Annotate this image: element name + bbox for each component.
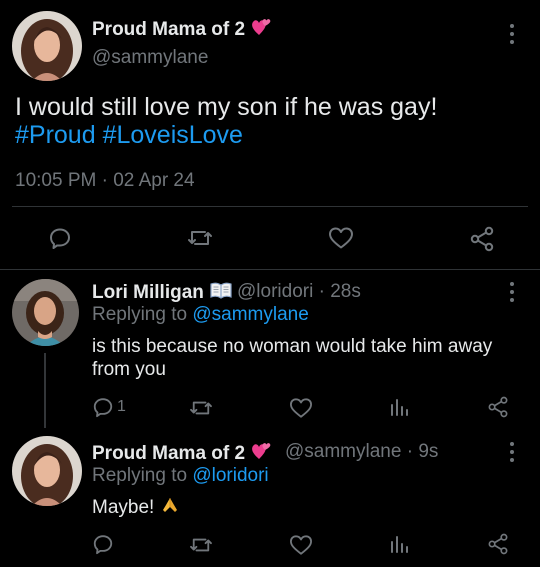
share-button[interactable] (487, 396, 509, 418)
tweet-text: I would still love my son if he was gay! (15, 93, 438, 121)
tweet-text: from you (92, 359, 166, 380)
reply-icon (50, 228, 70, 249)
retweet-button[interactable] (187, 227, 213, 249)
author-name[interactable]: Lori Milligan (92, 281, 233, 305)
like-button[interactable] (289, 397, 313, 419)
like-icon (289, 398, 312, 418)
mention-link[interactable]: @loridori (192, 465, 268, 486)
like-icon (329, 227, 353, 249)
reply-button[interactable]: 1 (92, 396, 126, 418)
share-icon (488, 533, 508, 555)
divider (0, 269, 540, 270)
retweet-icon (188, 231, 212, 245)
replying-to: Replying to @loridori (92, 465, 269, 486)
two-hearts-emoji (250, 441, 272, 467)
thread-connector (44, 353, 46, 428)
divider (12, 206, 528, 207)
tweet-text: Maybe! (92, 496, 180, 520)
avatar[interactable] (12, 11, 82, 81)
like-icon (289, 535, 312, 555)
folded-hands-emoji (160, 496, 180, 520)
tweet-hashtags: #Proud #LoveisLove (15, 121, 243, 150)
mention-link[interactable]: @sammylane (192, 304, 308, 325)
open-book-emoji (209, 281, 233, 305)
like-button[interactable] (289, 534, 313, 556)
share-icon (470, 226, 494, 252)
retweet-button[interactable] (189, 535, 213, 555)
retweet-icon (190, 401, 212, 415)
more-options-icon[interactable] (509, 282, 515, 302)
author-handle[interactable]: @sammylane (92, 47, 208, 69)
author-handle-time[interactable]: @loridori · 28s (237, 281, 361, 303)
like-button[interactable] (328, 226, 354, 250)
retweet-button[interactable] (189, 398, 213, 418)
avatar[interactable] (12, 436, 82, 506)
analytics-button[interactable] (389, 534, 409, 554)
reply-icon (93, 398, 113, 418)
tweet-timestamp: 10:05 PM · 02 Apr 24 (15, 170, 195, 191)
analytics-icon (391, 536, 408, 553)
more-options-icon[interactable] (509, 442, 515, 462)
two-hearts-emoji (250, 17, 272, 43)
replying-to: Replying to @sammylane (92, 304, 309, 325)
reply-button[interactable] (48, 226, 72, 250)
share-button[interactable] (469, 226, 495, 252)
analytics-icon (391, 399, 408, 416)
tweet-text: is this because no woman would take him … (92, 336, 493, 357)
retweet-icon (190, 538, 212, 552)
hashtag-link[interactable]: #LoveisLove (103, 121, 243, 149)
share-button[interactable] (487, 533, 509, 555)
reply-icon (93, 535, 113, 555)
analytics-button[interactable] (389, 397, 409, 417)
author-handle-time[interactable]: @sammylane · 9s (285, 441, 438, 463)
reply-button[interactable] (92, 533, 114, 555)
reply-count: 1 (117, 398, 126, 415)
share-icon (488, 396, 508, 418)
more-options-icon[interactable] (509, 24, 515, 44)
avatar[interactable] (12, 279, 79, 346)
author-name[interactable]: Proud Mama of 2 (92, 441, 272, 467)
hashtag-link[interactable]: #Proud (15, 121, 96, 149)
author-name[interactable]: Proud Mama of 2 (92, 17, 272, 43)
